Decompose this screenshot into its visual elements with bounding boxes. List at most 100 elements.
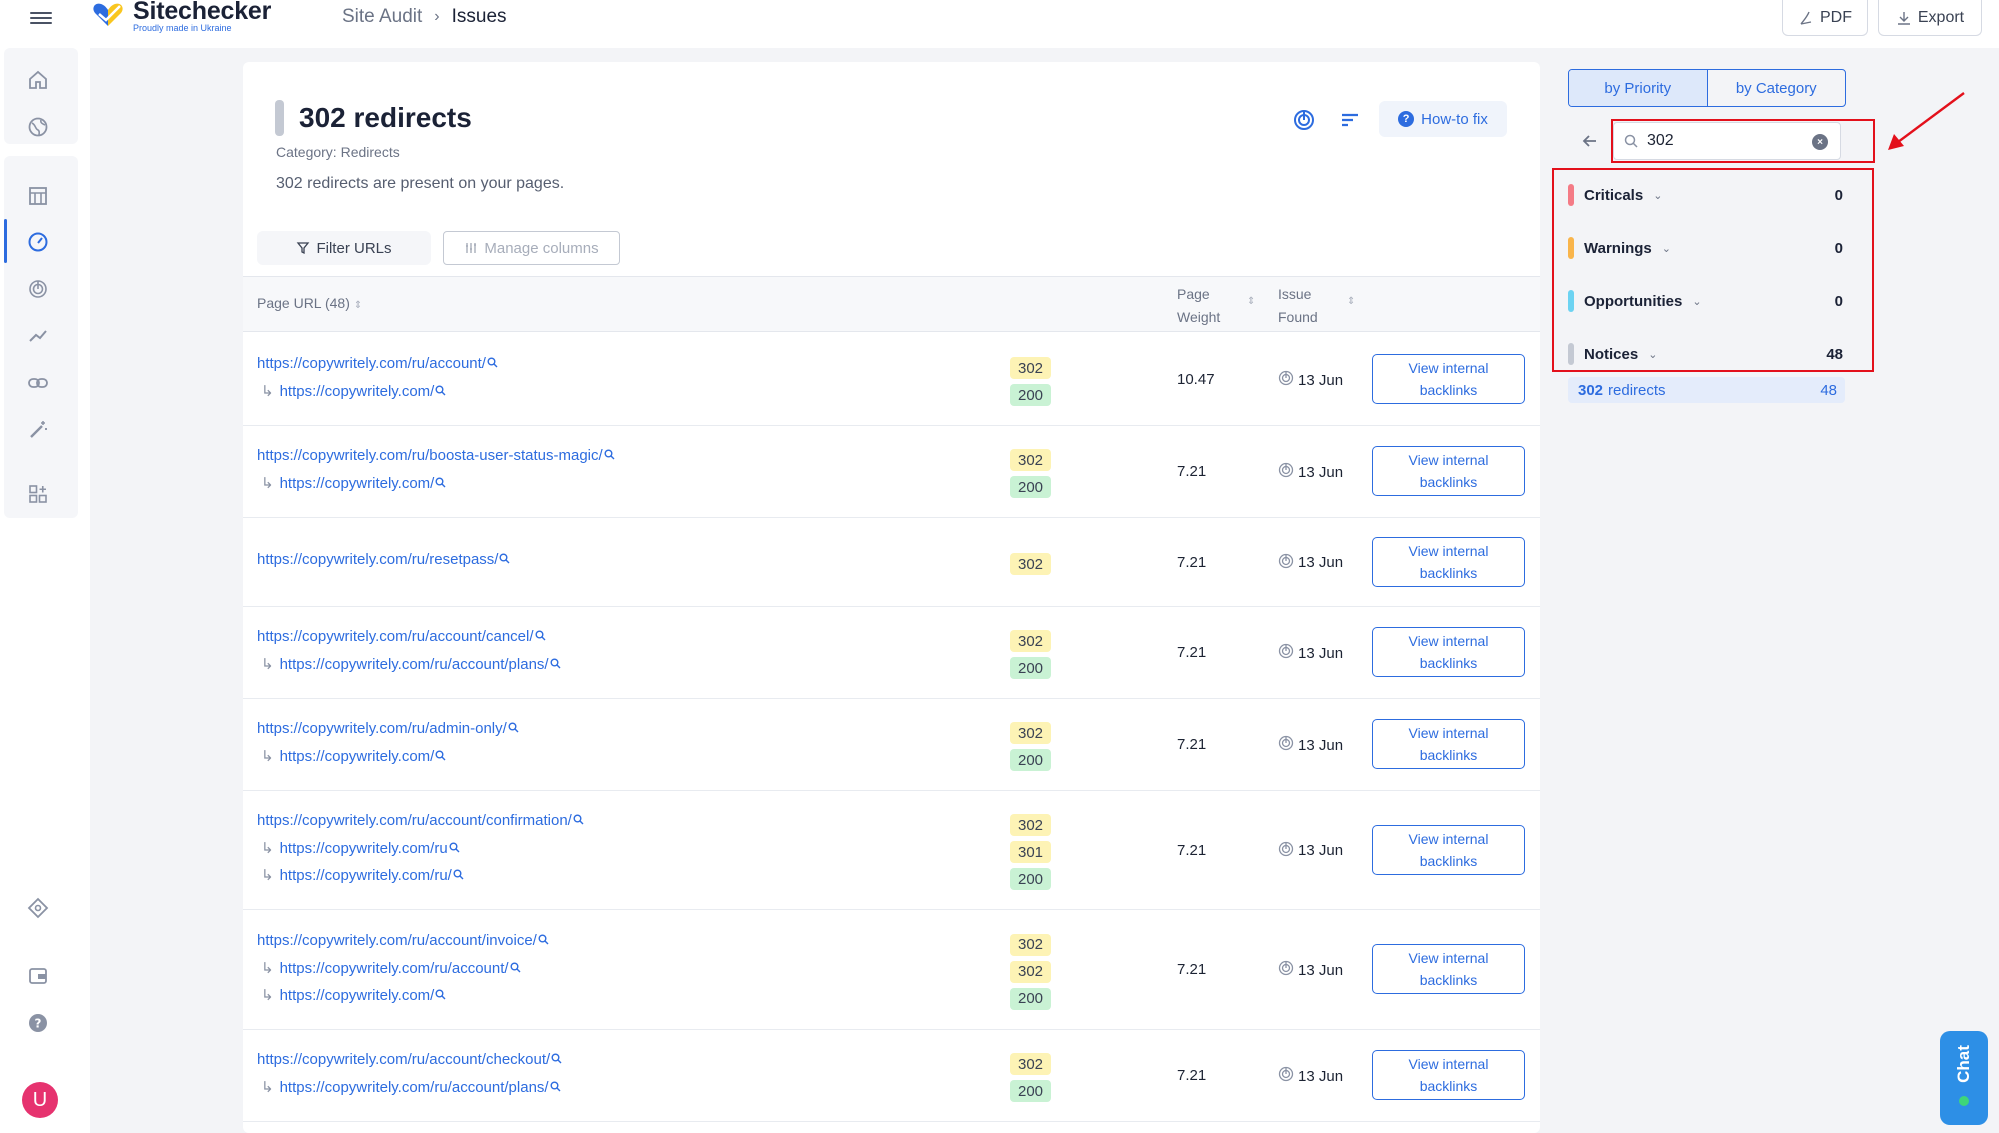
- redirect-target-link[interactable]: ↳ https://copywritely.com/: [257, 474, 446, 492]
- view-internal-backlinks-button[interactable]: View internal backlinks: [1372, 536, 1525, 587]
- page-url-link[interactable]: https://copywritely.com/ru/admin-only/: [257, 720, 519, 737]
- gauge-icon[interactable]: [26, 230, 50, 254]
- page-url-link[interactable]: https://copywritely.com/ru/boosta-user-s…: [257, 447, 615, 464]
- tab-by-category[interactable]: by Category: [1708, 70, 1846, 106]
- view-internal-backlinks-button[interactable]: View internal backlinks: [1372, 627, 1525, 677]
- redirect-arrow-icon: ↳: [261, 383, 274, 400]
- search-icon[interactable]: [449, 842, 460, 856]
- page-weight: 7.21: [1177, 644, 1207, 661]
- crawl-icon: [1278, 735, 1294, 755]
- link-icon[interactable]: [26, 371, 50, 395]
- export-button[interactable]: Export: [1878, 0, 1982, 36]
- issue-card: 302 redirects Category: Redirects 302 re…: [243, 62, 1540, 1133]
- page-url-link[interactable]: https://copywritely.com/ru/account/confi…: [257, 812, 584, 829]
- search-icon[interactable]: [435, 385, 446, 399]
- status-code-badge: 200: [1010, 1080, 1051, 1102]
- search-icon[interactable]: [550, 658, 561, 672]
- page-url-link[interactable]: https://copywritely.com/ru/account/invoi…: [257, 932, 549, 949]
- view-internal-backlinks-button[interactable]: View internal backlinks: [1372, 446, 1525, 496]
- table-header: Page URL (48) ⇕ Page Weight ⇕ Issue Found ⇕: [243, 276, 1540, 332]
- search-icon[interactable]: [453, 869, 464, 883]
- search-icon[interactable]: [435, 989, 446, 1003]
- back-arrow-icon[interactable]: [1580, 131, 1600, 157]
- magic-wand-icon[interactable]: [26, 418, 50, 442]
- search-icon[interactable]: [508, 722, 519, 736]
- apps-icon[interactable]: [26, 482, 50, 506]
- priority-group-notices[interactable]: Notices ⌄ 48: [1568, 342, 1846, 366]
- redirect-arrow-icon: ↳: [261, 986, 274, 1004]
- page-url-link[interactable]: https://copywritely.com/ru/account/: [257, 355, 498, 372]
- manage-columns-button[interactable]: Manage columns: [443, 231, 620, 265]
- issue-item-302-redirects[interactable]: 302 redirects 48: [1568, 377, 1845, 403]
- priority-group-criticals[interactable]: Criticals ⌄ 0: [1568, 183, 1846, 207]
- status-code-badge: 302: [1010, 933, 1051, 956]
- sort-arrows-icon[interactable]: ⇕: [1347, 296, 1355, 307]
- search-icon[interactable]: [435, 750, 446, 764]
- table-icon[interactable]: [26, 184, 50, 208]
- page-title: 302 redirects: [299, 102, 472, 133]
- page-url-link[interactable]: https://copywritely.com/ru/account/cance…: [257, 628, 546, 645]
- pdf-button[interactable]: PDF: [1782, 0, 1868, 36]
- filter-urls-button[interactable]: Filter URLs: [257, 231, 431, 265]
- column-header-weight[interactable]: Page Weight: [1177, 283, 1220, 329]
- sort-icon[interactable]: [1337, 107, 1363, 133]
- trend-icon[interactable]: [26, 324, 50, 348]
- priority-group-opportunities[interactable]: Opportunities ⌄ 0: [1568, 289, 1846, 313]
- table-row: https://copywritely.com/ru/account/invoi…: [243, 910, 1540, 1030]
- search-icon[interactable]: [499, 553, 510, 567]
- redirect-target-link[interactable]: ↳ https://copywritely.com/: [257, 747, 446, 765]
- view-internal-backlinks-button[interactable]: View internal backlinks: [1372, 944, 1525, 994]
- app-name: Sitechecker: [133, 0, 272, 25]
- search-icon[interactable]: [551, 1053, 562, 1067]
- page-weight: 7.21: [1177, 553, 1207, 571]
- search-icon[interactable]: [550, 1081, 561, 1095]
- column-header-found[interactable]: Issue Found: [1278, 283, 1318, 329]
- wallet-icon[interactable]: [26, 964, 50, 988]
- redirect-target-link[interactable]: ↳ https://copywritely.com/: [257, 986, 446, 1004]
- how-to-fix-button[interactable]: ? How-to fix: [1379, 101, 1507, 137]
- issue-found-date: 13 Jun: [1278, 643, 1343, 663]
- search-icon[interactable]: [510, 962, 521, 976]
- view-internal-backlinks-button[interactable]: View internal backlinks: [1372, 1050, 1525, 1100]
- redirect-target-link[interactable]: ↳ https://copywritely.com/ru/account/plan…: [257, 1078, 561, 1096]
- avatar[interactable]: U: [22, 1082, 58, 1118]
- breadcrumb-parent[interactable]: Site Audit: [342, 6, 422, 28]
- redirect-target-link[interactable]: ↳ https://copywritely.com/ru: [257, 839, 460, 857]
- redirect-target-link[interactable]: ↳ https://copywritely.com/ru/account/: [257, 959, 521, 977]
- priority-group-warnings[interactable]: Warnings ⌄ 0: [1568, 236, 1846, 260]
- crawl-icon: [1278, 462, 1294, 482]
- chevron-down-icon: ⌄: [1653, 189, 1663, 202]
- help-icon[interactable]: ?: [26, 1011, 50, 1035]
- logo[interactable]: Sitechecker Proudly made in Ukraine: [92, 0, 271, 33]
- chat-button[interactable]: Chat: [1940, 1031, 1988, 1125]
- home-icon[interactable]: [26, 68, 50, 92]
- view-internal-backlinks-button[interactable]: View internal backlinks: [1372, 354, 1525, 404]
- page-url-link[interactable]: https://copywritely.com/ru/account/check…: [257, 1051, 562, 1068]
- tab-by-priority[interactable]: by Priority: [1569, 70, 1708, 106]
- redirect-target-link[interactable]: ↳ https://copywritely.com/: [257, 382, 446, 400]
- search-icon[interactable]: [604, 449, 615, 463]
- status-code-badge: 302: [1010, 357, 1051, 379]
- search-icon[interactable]: [487, 357, 498, 371]
- sort-arrows-icon[interactable]: ⇕: [1247, 296, 1255, 307]
- priority-color-bar: [1568, 184, 1574, 206]
- search-icon[interactable]: [573, 814, 584, 828]
- issue-found-date: 13 Jun: [1278, 960, 1343, 980]
- view-internal-backlinks-button[interactable]: View internal backlinks: [1372, 824, 1525, 875]
- crawl-progress-icon[interactable]: [1291, 107, 1317, 133]
- crawl-icon[interactable]: [26, 277, 50, 301]
- page-url-link[interactable]: https://copywritely.com/ru/resetpass/: [257, 551, 510, 568]
- globe-icon[interactable]: [26, 115, 50, 139]
- integration-icon[interactable]: [26, 896, 50, 920]
- redirect-target-link[interactable]: ↳ https://copywritely.com/ru/account/plan…: [257, 655, 561, 673]
- column-header-url[interactable]: Page URL (48) ⇕: [257, 295, 362, 311]
- menu-icon[interactable]: [30, 9, 52, 27]
- view-internal-backlinks-button[interactable]: View internal backlinks: [1372, 719, 1525, 769]
- pdf-icon: [1800, 11, 1812, 25]
- top-bar: Sitechecker Proudly made in Ukraine Site…: [0, 0, 1999, 48]
- search-icon[interactable]: [538, 934, 549, 948]
- search-icon[interactable]: [535, 630, 546, 644]
- redirect-target-link[interactable]: ↳ https://copywritely.com/ru/: [257, 866, 464, 884]
- search-icon[interactable]: [435, 477, 446, 491]
- issue-found-date: 13 Jun: [1278, 462, 1343, 482]
